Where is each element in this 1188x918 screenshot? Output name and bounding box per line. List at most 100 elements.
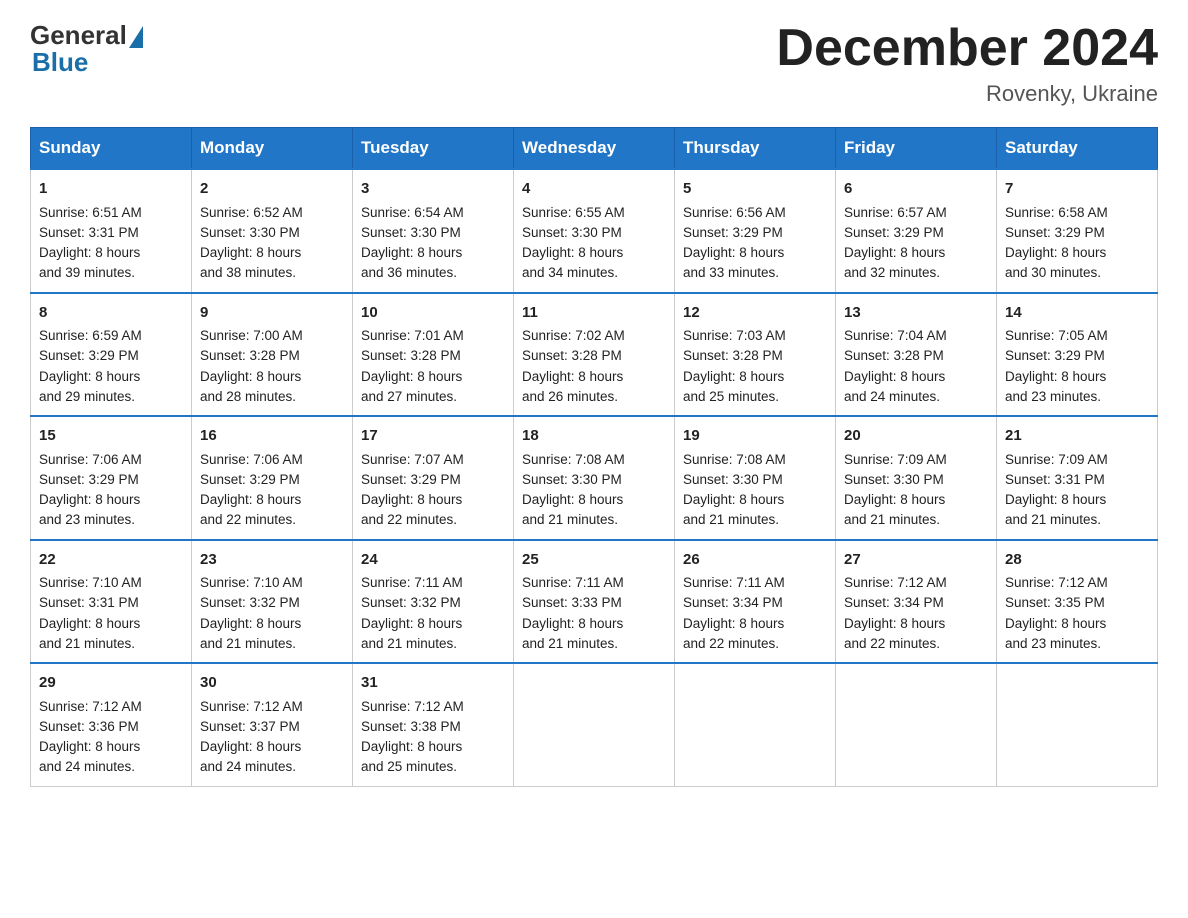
day-sun-info: Sunrise: 7:08 AMSunset: 3:30 PMDaylight:…	[683, 452, 786, 528]
month-title: December 2024	[776, 20, 1158, 77]
calendar-day-cell: 7 Sunrise: 6:58 AMSunset: 3:29 PMDaylight…	[997, 169, 1158, 293]
calendar-day-cell: 2 Sunrise: 6:52 AMSunset: 3:30 PMDaylight…	[192, 169, 353, 293]
calendar-header-row: SundayMondayTuesdayWednesdayThursdayFrid…	[31, 128, 1158, 170]
calendar-week-row: 8 Sunrise: 6:59 AMSunset: 3:29 PMDaylight…	[31, 293, 1158, 417]
calendar-day-cell: 17 Sunrise: 7:07 AMSunset: 3:29 PMDayligh…	[353, 416, 514, 540]
day-number: 15	[39, 425, 183, 448]
calendar-day-cell: 15 Sunrise: 7:06 AMSunset: 3:29 PMDayligh…	[31, 416, 192, 540]
day-sun-info: Sunrise: 7:11 AMSunset: 3:33 PMDaylight:…	[522, 575, 624, 651]
day-number: 22	[39, 549, 183, 572]
day-sun-info: Sunrise: 7:11 AMSunset: 3:34 PMDaylight:…	[683, 575, 785, 651]
day-number: 4	[522, 178, 666, 201]
day-sun-info: Sunrise: 7:06 AMSunset: 3:29 PMDaylight:…	[39, 452, 142, 528]
calendar-day-cell: 19 Sunrise: 7:08 AMSunset: 3:30 PMDayligh…	[675, 416, 836, 540]
day-sun-info: Sunrise: 7:00 AMSunset: 3:28 PMDaylight:…	[200, 328, 303, 404]
day-sun-info: Sunrise: 6:52 AMSunset: 3:30 PMDaylight:…	[200, 205, 303, 281]
day-of-week-header: Friday	[836, 128, 997, 170]
calendar-week-row: 15 Sunrise: 7:06 AMSunset: 3:29 PMDayligh…	[31, 416, 1158, 540]
day-sun-info: Sunrise: 6:57 AMSunset: 3:29 PMDaylight:…	[844, 205, 947, 281]
day-sun-info: Sunrise: 7:08 AMSunset: 3:30 PMDaylight:…	[522, 452, 625, 528]
day-number: 30	[200, 672, 344, 695]
calendar-day-cell: 29 Sunrise: 7:12 AMSunset: 3:36 PMDayligh…	[31, 663, 192, 786]
calendar-day-cell: 10 Sunrise: 7:01 AMSunset: 3:28 PMDayligh…	[353, 293, 514, 417]
day-sun-info: Sunrise: 7:04 AMSunset: 3:28 PMDaylight:…	[844, 328, 947, 404]
day-of-week-header: Thursday	[675, 128, 836, 170]
calendar-day-cell: 16 Sunrise: 7:06 AMSunset: 3:29 PMDayligh…	[192, 416, 353, 540]
day-sun-info: Sunrise: 7:01 AMSunset: 3:28 PMDaylight:…	[361, 328, 464, 404]
calendar-day-cell: 30 Sunrise: 7:12 AMSunset: 3:37 PMDayligh…	[192, 663, 353, 786]
day-number: 5	[683, 178, 827, 201]
day-sun-info: Sunrise: 7:12 AMSunset: 3:36 PMDaylight:…	[39, 699, 142, 775]
calendar-day-cell: 22Sunrise: 7:10 AMSunset: 3:31 PMDayligh…	[31, 540, 192, 664]
day-number: 27	[844, 549, 988, 572]
calendar-day-cell: 3Sunrise: 6:54 AMSunset: 3:30 PMDaylight…	[353, 169, 514, 293]
day-number: 23	[200, 549, 344, 572]
day-number: 9	[200, 302, 344, 325]
day-sun-info: Sunrise: 7:11 AMSunset: 3:32 PMDaylight:…	[361, 575, 463, 651]
calendar-day-cell: 6 Sunrise: 6:57 AMSunset: 3:29 PMDaylight…	[836, 169, 997, 293]
calendar-day-cell: 14Sunrise: 7:05 AMSunset: 3:29 PMDayligh…	[997, 293, 1158, 417]
day-number: 16	[200, 425, 344, 448]
day-number: 20	[844, 425, 988, 448]
day-number: 7	[1005, 178, 1149, 201]
day-number: 13	[844, 302, 988, 325]
calendar-day-cell	[836, 663, 997, 786]
day-sun-info: Sunrise: 6:58 AMSunset: 3:29 PMDaylight:…	[1005, 205, 1108, 281]
day-sun-info: Sunrise: 7:12 AMSunset: 3:34 PMDaylight:…	[844, 575, 947, 651]
day-sun-info: Sunrise: 7:07 AMSunset: 3:29 PMDaylight:…	[361, 452, 464, 528]
day-sun-info: Sunrise: 6:55 AMSunset: 3:30 PMDaylight:…	[522, 205, 625, 281]
day-number: 17	[361, 425, 505, 448]
day-of-week-header: Tuesday	[353, 128, 514, 170]
calendar-day-cell: 5 Sunrise: 6:56 AMSunset: 3:29 PMDaylight…	[675, 169, 836, 293]
calendar-day-cell: 8 Sunrise: 6:59 AMSunset: 3:29 PMDaylight…	[31, 293, 192, 417]
day-number: 29	[39, 672, 183, 695]
title-area: December 2024 Rovenky, Ukraine	[776, 20, 1158, 107]
logo-triangle-icon	[129, 26, 143, 48]
day-number: 24	[361, 549, 505, 572]
day-number: 12	[683, 302, 827, 325]
day-number: 28	[1005, 549, 1149, 572]
calendar-day-cell: 31 Sunrise: 7:12 AMSunset: 3:38 PMDayligh…	[353, 663, 514, 786]
day-sun-info: Sunrise: 7:09 AMSunset: 3:31 PMDaylight:…	[1005, 452, 1108, 528]
day-sun-info: Sunrise: 7:12 AMSunset: 3:38 PMDaylight:…	[361, 699, 464, 775]
day-number: 11	[522, 302, 666, 325]
calendar-day-cell: 21 Sunrise: 7:09 AMSunset: 3:31 PMDayligh…	[997, 416, 1158, 540]
calendar-day-cell: 12Sunrise: 7:03 AMSunset: 3:28 PMDayligh…	[675, 293, 836, 417]
page-header: General Blue December 2024 Rovenky, Ukra…	[30, 20, 1158, 107]
day-of-week-header: Wednesday	[514, 128, 675, 170]
day-number: 18	[522, 425, 666, 448]
calendar-day-cell: 11Sunrise: 7:02 AMSunset: 3:28 PMDayligh…	[514, 293, 675, 417]
calendar-week-row: 29 Sunrise: 7:12 AMSunset: 3:36 PMDayligh…	[31, 663, 1158, 786]
day-sun-info: Sunrise: 6:54 AMSunset: 3:30 PMDaylight:…	[361, 205, 464, 281]
calendar-day-cell: 13 Sunrise: 7:04 AMSunset: 3:28 PMDayligh…	[836, 293, 997, 417]
day-number: 1	[39, 178, 183, 201]
day-sun-info: Sunrise: 7:10 AMSunset: 3:32 PMDaylight:…	[200, 575, 303, 651]
day-sun-info: Sunrise: 7:12 AMSunset: 3:37 PMDaylight:…	[200, 699, 303, 775]
day-number: 21	[1005, 425, 1149, 448]
day-number: 2	[200, 178, 344, 201]
day-number: 19	[683, 425, 827, 448]
day-number: 14	[1005, 302, 1149, 325]
logo: General Blue	[30, 20, 143, 78]
day-sun-info: Sunrise: 6:56 AMSunset: 3:29 PMDaylight:…	[683, 205, 786, 281]
calendar-table: SundayMondayTuesdayWednesdayThursdayFrid…	[30, 127, 1158, 787]
day-of-week-header: Saturday	[997, 128, 1158, 170]
calendar-day-cell	[997, 663, 1158, 786]
location-subtitle: Rovenky, Ukraine	[776, 81, 1158, 107]
day-sun-info: Sunrise: 6:59 AMSunset: 3:29 PMDaylight:…	[39, 328, 142, 404]
day-sun-info: Sunrise: 7:06 AMSunset: 3:29 PMDaylight:…	[200, 452, 303, 528]
calendar-day-cell	[675, 663, 836, 786]
day-number: 6	[844, 178, 988, 201]
calendar-week-row: 22Sunrise: 7:10 AMSunset: 3:31 PMDayligh…	[31, 540, 1158, 664]
day-number: 8	[39, 302, 183, 325]
calendar-day-cell: 27 Sunrise: 7:12 AMSunset: 3:34 PMDayligh…	[836, 540, 997, 664]
day-number: 25	[522, 549, 666, 572]
calendar-week-row: 1 Sunrise: 6:51 AMSunset: 3:31 PMDaylight…	[31, 169, 1158, 293]
day-number: 10	[361, 302, 505, 325]
day-sun-info: Sunrise: 7:12 AMSunset: 3:35 PMDaylight:…	[1005, 575, 1108, 651]
calendar-day-cell	[514, 663, 675, 786]
day-sun-info: Sunrise: 6:51 AMSunset: 3:31 PMDaylight:…	[39, 205, 142, 281]
day-number: 31	[361, 672, 505, 695]
calendar-day-cell: 26Sunrise: 7:11 AMSunset: 3:34 PMDayligh…	[675, 540, 836, 664]
logo-blue-text: Blue	[32, 47, 88, 78]
